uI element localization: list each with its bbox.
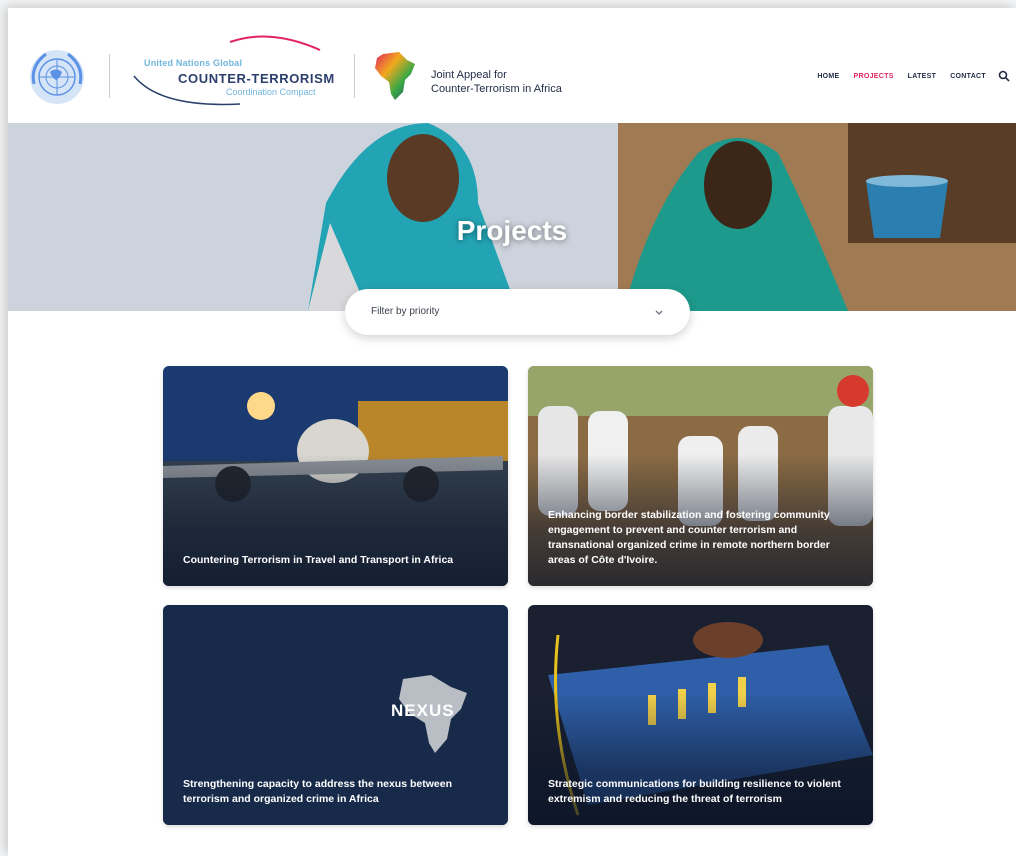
joint-appeal-line1: Joint Appeal for bbox=[431, 69, 507, 81]
site-header: United Nations Global COUNTER-TERRORISM … bbox=[8, 8, 1016, 123]
project-card[interactable]: NEXUS Strengthening capacity to address … bbox=[163, 605, 508, 825]
joint-appeal-line2: Counter-Terrorism in Africa bbox=[431, 83, 562, 95]
compact-logo-line2: COUNTER-TERRORISM bbox=[178, 71, 335, 86]
nav-home[interactable]: HOME bbox=[817, 73, 839, 80]
chevron-down-icon bbox=[655, 310, 663, 315]
joint-appeal-title: Joint Appeal for Counter-Terrorism in Af… bbox=[431, 68, 562, 96]
project-card[interactable]: Enhancing border stabilization and foste… bbox=[528, 366, 873, 586]
nav-projects[interactable]: PROJECTS bbox=[854, 73, 894, 80]
nexus-logo-text: NEXUS bbox=[391, 701, 455, 720]
un-emblem-icon[interactable] bbox=[26, 46, 88, 108]
page-frame: United Nations Global COUNTER-TERRORISM … bbox=[8, 8, 1016, 856]
nav-contact[interactable]: CONTACT bbox=[950, 73, 986, 80]
filter-placeholder: Filter by priority bbox=[371, 306, 440, 317]
page-title: Projects bbox=[456, 215, 568, 246]
nav-latest[interactable]: LATEST bbox=[908, 73, 937, 80]
header-divider bbox=[109, 54, 110, 98]
priority-filter-select[interactable]: Filter by priority bbox=[345, 289, 690, 335]
card-title: Strengthening capacity to address the ne… bbox=[183, 778, 452, 805]
card-title: Strategic communications for building re… bbox=[548, 778, 841, 805]
project-card[interactable]: Strategic communications for building re… bbox=[528, 605, 873, 825]
card-title: Enhancing border stabilization and foste… bbox=[548, 509, 830, 566]
search-icon[interactable] bbox=[998, 70, 1010, 82]
main-nav: HOME PROJECTS LATEST CONTACT bbox=[803, 70, 1016, 82]
africa-map-logo-icon[interactable] bbox=[373, 50, 417, 102]
compact-logo-line1: United Nations Global bbox=[144, 58, 243, 68]
card-title: Countering Terrorism in Travel and Trans… bbox=[183, 554, 454, 566]
project-card[interactable]: Countering Terrorism in Travel and Trans… bbox=[163, 366, 508, 586]
header-divider bbox=[354, 54, 355, 98]
counter-terrorism-compact-logo[interactable]: United Nations Global COUNTER-TERRORISM … bbox=[130, 30, 350, 110]
hero-banner: Projects bbox=[8, 123, 1016, 311]
compact-logo-arcs bbox=[133, 35, 321, 106]
compact-logo-line3: Coordination Compact bbox=[226, 87, 316, 97]
